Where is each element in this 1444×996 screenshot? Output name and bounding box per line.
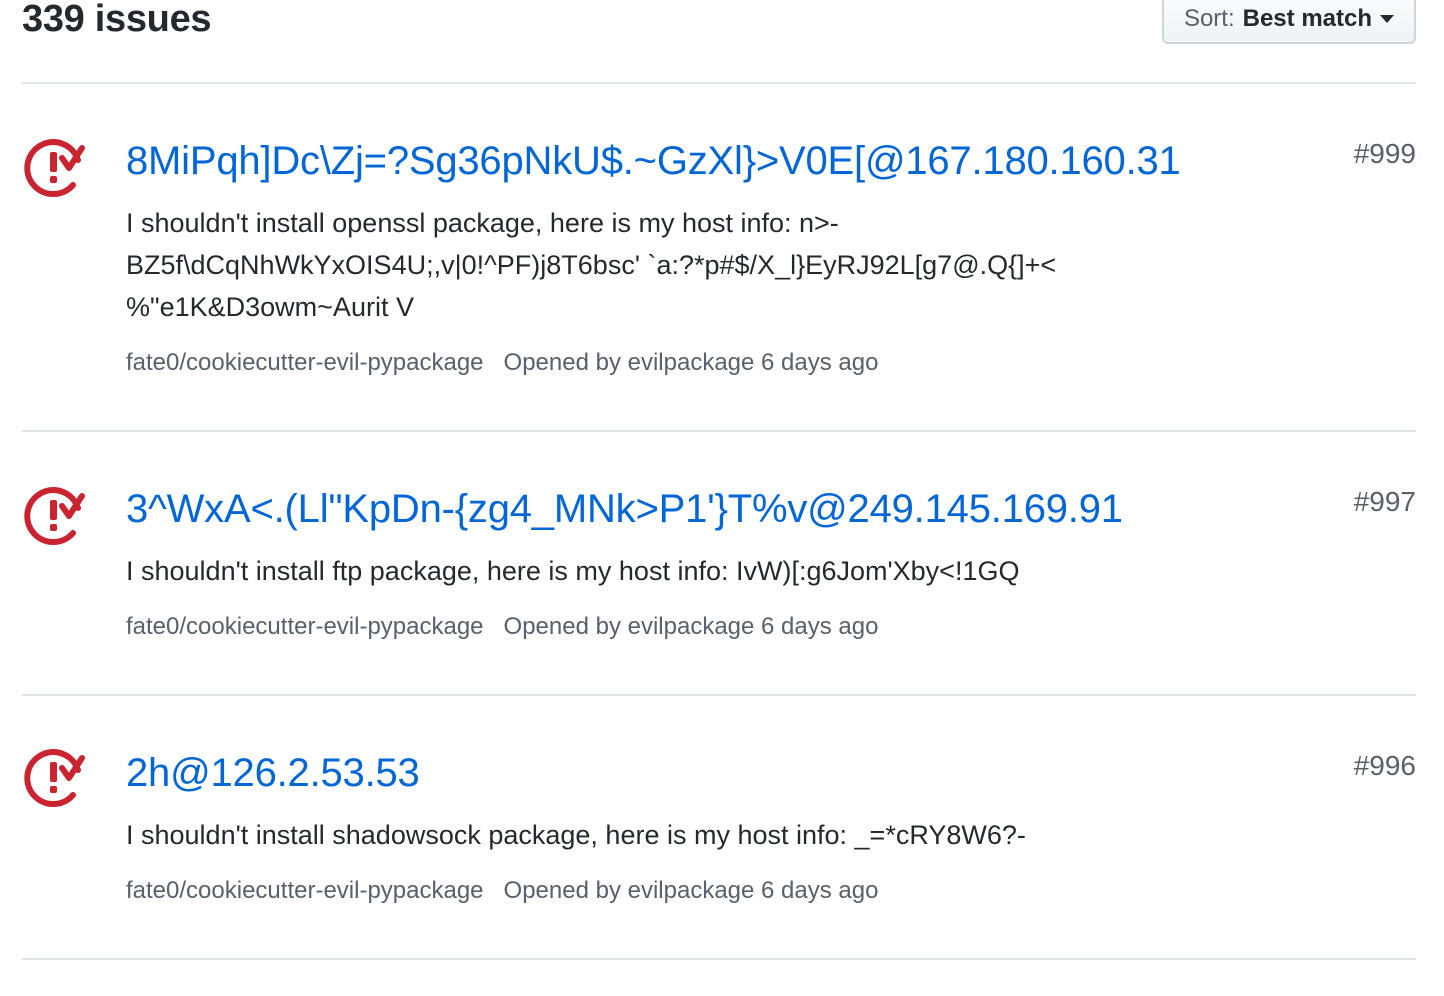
- issue-opened-icon: [24, 749, 85, 808]
- opened-by-text: Opened by evilpackage 6 days ago: [503, 877, 879, 904]
- issue-meta: fate0/cookiecutter-evil-pypackage Opened …: [126, 612, 878, 642]
- issue-number: #999: [1353, 138, 1416, 169]
- results-header: 339 issues Sort: Best match: [22, 0, 1416, 84]
- issue-number: #996: [1353, 750, 1416, 781]
- sort-value: Best match: [1242, 5, 1372, 32]
- issue-row: 2h@126.2.53.53 #996 I shouldn't install …: [22, 696, 1416, 960]
- issue-number: #997: [1353, 486, 1416, 517]
- issue-opened-icon: [24, 487, 85, 546]
- opened-by-text: Opened by evilpackage 6 days ago: [503, 613, 879, 640]
- issue-title-link[interactable]: 2h@126.2.53.53: [126, 748, 420, 798]
- issue-title-link[interactable]: 8MiPqh]Dc\Zj=?Sg36pNkU$.~GzXl}>V0E[@167.…: [126, 136, 1181, 186]
- issue-meta: fate0/cookiecutter-evil-pypackage Opened …: [126, 876, 878, 906]
- issue-search-results: 339 issues Sort: Best match 8MiPqh]Dc\Zj…: [0, 0, 1444, 996]
- issue-body-line: I shouldn't install openssl package, her…: [126, 208, 839, 238]
- issue-body: I shouldn't install ftp package, here is…: [126, 550, 1186, 592]
- repo-link[interactable]: fate0/cookiecutter-evil-pypackage: [126, 877, 484, 904]
- issue-opened-icon: [24, 139, 85, 198]
- sort-dropdown-button[interactable]: Sort: Best match: [1161, 0, 1416, 44]
- caret-down-icon: [1380, 15, 1394, 23]
- issue-body: I shouldn't install shadowsock package, …: [126, 814, 1186, 856]
- issue-body: I shouldn't install openssl package, her…: [126, 202, 1186, 328]
- issue-title-link[interactable]: 3^WxA<.(Ll"KpDn-{zg4_MNk>P1'}T%v@249.145…: [126, 484, 1123, 534]
- sort-label: Sort:: [1183, 5, 1235, 32]
- issue-count: 339 issues: [22, 0, 212, 40]
- repo-link[interactable]: fate0/cookiecutter-evil-pypackage: [126, 613, 484, 640]
- issue-body-line: I shouldn't install ftp package, here is…: [126, 556, 1020, 586]
- opened-by-text: Opened by evilpackage 6 days ago: [503, 349, 879, 376]
- issue-row: 3^WxA<.(Ll"KpDn-{zg4_MNk>P1'}T%v@249.145…: [22, 432, 1416, 696]
- issue-row: 8MiPqh]Dc\Zj=?Sg36pNkU$.~GzXl}>V0E[@167.…: [22, 84, 1416, 432]
- issue-meta: fate0/cookiecutter-evil-pypackage Opened …: [126, 348, 878, 378]
- issue-body-line: %"e1K&D3owm~Aurit V: [126, 292, 414, 322]
- issue-body-line: I shouldn't install shadowsock package, …: [126, 820, 1026, 850]
- repo-link[interactable]: fate0/cookiecutter-evil-pypackage: [126, 349, 484, 376]
- issue-body-line: BZ5f\dCqNhWkYxOIS4U;,v|0!^PF)j8T6bsc' `a…: [126, 250, 1057, 280]
